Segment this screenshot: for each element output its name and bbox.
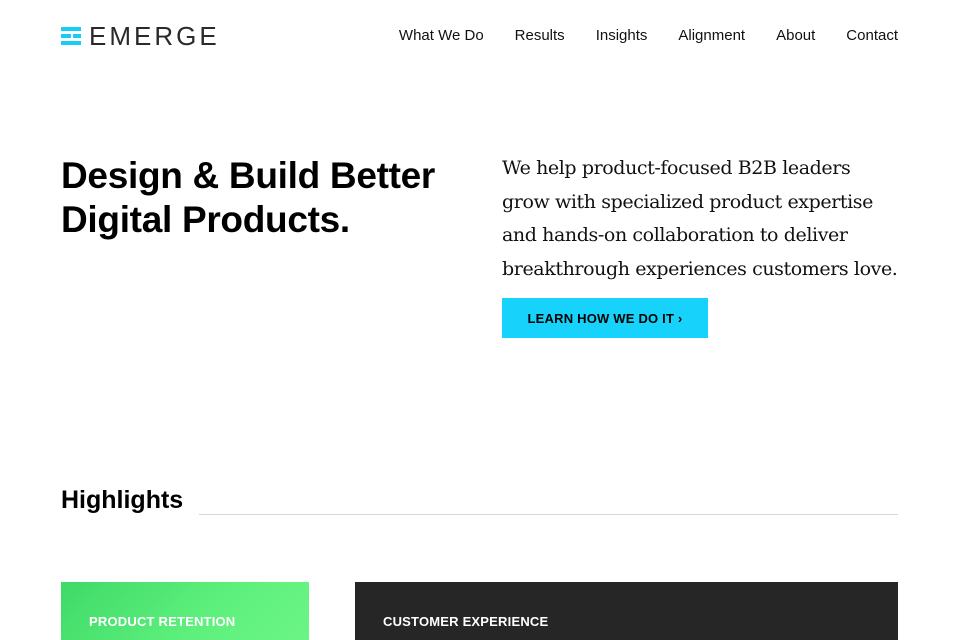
nav-item-about[interactable]: About [776,26,815,46]
highlights-heading: Highlights [61,486,184,514]
main-nav: What We Do Results Insights Alignment Ab… [368,26,898,46]
emerge-logo[interactable]: EMERGE [61,21,220,51]
site-header: EMERGE What We Do Results Insights Align… [0,0,960,72]
learn-how-button[interactable]: LEARN HOW WE DO IT › [502,298,708,338]
card-label: CUSTOMER EXPERIENCE [383,614,549,629]
card-label: PRODUCT RETENTION [89,614,236,629]
hero-description: We help product-focused B2B leaders grow… [502,157,898,280]
highlights-divider [199,514,898,515]
nav-item-what-we-do[interactable]: What We Do [399,26,484,46]
hero-title: Design & Build Better Digital Products. [61,154,461,242]
nav-item-alignment[interactable]: Alignment [678,26,745,46]
logo-mark-icon [61,26,81,46]
hero-title-line-2: Digital Products. [61,199,350,240]
nav-item-insights[interactable]: Insights [596,26,648,46]
highlight-card-product-retention[interactable]: PRODUCT RETENTION [61,582,309,640]
logo-text: EMERGE [89,21,220,51]
nav-item-results[interactable]: Results [515,26,565,46]
hero-title-line-1: Design & Build Better [61,155,436,196]
highlight-card-customer-experience[interactable]: CUSTOMER EXPERIENCE [355,582,898,640]
nav-item-contact[interactable]: Contact [846,26,898,46]
